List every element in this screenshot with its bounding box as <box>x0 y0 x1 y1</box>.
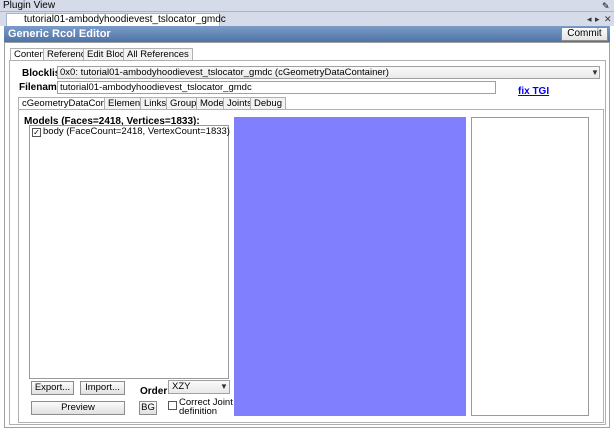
plugin-view-bar <box>0 0 614 12</box>
list-item[interactable]: body (FaceCount=2418, VertexCount=1833) <box>43 126 230 137</box>
blocklist-value: 0x0: tutorial01-ambodyhoodievest_tslocat… <box>60 67 389 78</box>
fix-tgi-link[interactable]: fix TGI <box>518 86 549 97</box>
blocklist-select[interactable]: 0x0: tutorial01-ambodyhoodievest_tslocat… <box>57 66 600 79</box>
tab-scroll-left-icon[interactable]: ◂ <box>587 12 592 26</box>
import-button[interactable]: Import... <box>80 381 125 395</box>
pin-icon[interactable]: ✎ <box>602 0 610 12</box>
document-tab-label: tutorial01-ambodyhoodievest_tslocator_gm… <box>24 14 226 25</box>
plugin-view-title: Plugin View <box>3 0 56 11</box>
chevron-down-icon[interactable]: ▼ <box>220 382 228 391</box>
chevron-down-icon[interactable]: ▼ <box>591 68 599 77</box>
correct-joint-label-line2: definition <box>179 406 218 417</box>
commit-button[interactable]: Commit <box>561 27 608 41</box>
tab-scroll-right-icon[interactable]: ▸ <box>595 12 600 26</box>
export-button[interactable]: Export... <box>31 381 74 395</box>
close-icon[interactable]: ✕ <box>604 12 612 26</box>
correct-joint-label: Correct Joint definition <box>179 398 239 417</box>
order-label: Order: <box>140 386 171 397</box>
order-value: XZY <box>172 381 191 392</box>
filename-input[interactable]: tutorial01-ambodyhoodievest_tslocator_gm… <box>57 81 496 94</box>
model-checkbox[interactable]: ✓ <box>32 128 41 137</box>
preview-button[interactable]: Preview <box>31 401 125 415</box>
models-list[interactable] <box>29 125 229 379</box>
editor-title: Generic Rcol Editor <box>8 28 111 40</box>
filename-value: tutorial01-ambodyhoodievest_tslocator_gm… <box>60 82 252 93</box>
3d-preview-viewport[interactable] <box>234 117 466 416</box>
bg-button[interactable]: BG <box>139 401 157 415</box>
properties-pane <box>471 117 589 416</box>
correct-joint-checkbox[interactable] <box>168 401 177 410</box>
